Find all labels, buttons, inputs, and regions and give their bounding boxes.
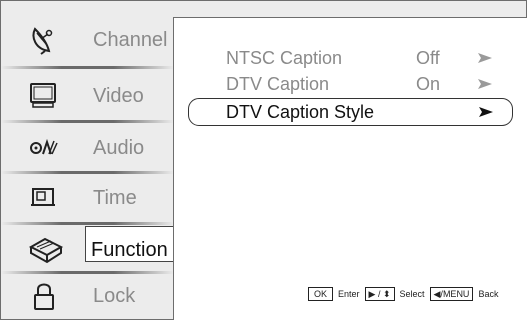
sidebar-item-label: Video: [93, 85, 144, 107]
satellite-dish-icon: [32, 27, 53, 55]
toolbox-icon: [28, 237, 64, 264]
monitor-icon: [30, 83, 56, 108]
divider: [1, 66, 174, 69]
arrow-right-icon: [479, 107, 493, 117]
tv-menu-window: Channel Video Audio Time Function Lock N…: [0, 0, 527, 320]
enter-hint-text: Enter: [338, 289, 360, 299]
sidebar-item-label: Time: [93, 187, 137, 209]
option-label: DTV Caption: [226, 74, 330, 94]
select-hint-text: Select: [399, 289, 425, 299]
option-label: DTV Caption Style: [226, 102, 375, 122]
option-ntsc-caption[interactable]: NTSC Caption Off: [174, 45, 527, 71]
key-help-bar: OK Enter ▶ / ⬍ Select ◀/MENU Back: [305, 287, 500, 301]
sidebar-item-label: Function: [91, 239, 168, 261]
sidebar-item-label: Lock: [93, 285, 136, 307]
sidebar-item-lock[interactable]: Lock: [1, 271, 174, 323]
option-value: On: [416, 74, 441, 94]
back-menu-key-hint: ◀/MENU: [429, 287, 474, 301]
back-hint-text: Back: [478, 289, 499, 299]
option-dtv-caption-style[interactable]: DTV Caption Style: [188, 98, 513, 126]
sidebar-item-audio[interactable]: Audio: [1, 123, 174, 175]
sidebar-item-time[interactable]: Time: [1, 173, 174, 225]
option-dtv-caption[interactable]: DTV Caption On: [174, 71, 527, 97]
ok-key-hint: OK: [308, 287, 334, 301]
clock-icon: [31, 188, 55, 206]
navigate-key-hint: ▶ / ⬍: [364, 287, 395, 301]
options-panel: NTSC Caption Off DTV Caption On DTV Capt…: [173, 17, 527, 320]
option-label: NTSC Caption: [226, 48, 343, 68]
audio-icon: [30, 138, 58, 155]
sidebar-item-channel[interactable]: Channel: [1, 15, 174, 67]
sidebar-item-label: Audio: [93, 137, 145, 159]
arrow-right-icon: [478, 53, 492, 63]
option-value: Off: [416, 48, 440, 68]
padlock-icon: [34, 283, 54, 310]
sidebar-item-video[interactable]: Video: [1, 71, 174, 123]
sidebar-item-label: Channel: [93, 29, 168, 51]
sidebar-item-function[interactable]: Function: [1, 225, 174, 277]
sidebar-menu: Channel Video Audio Time Function Lock: [1, 1, 182, 319]
arrow-right-icon: [478, 79, 492, 89]
